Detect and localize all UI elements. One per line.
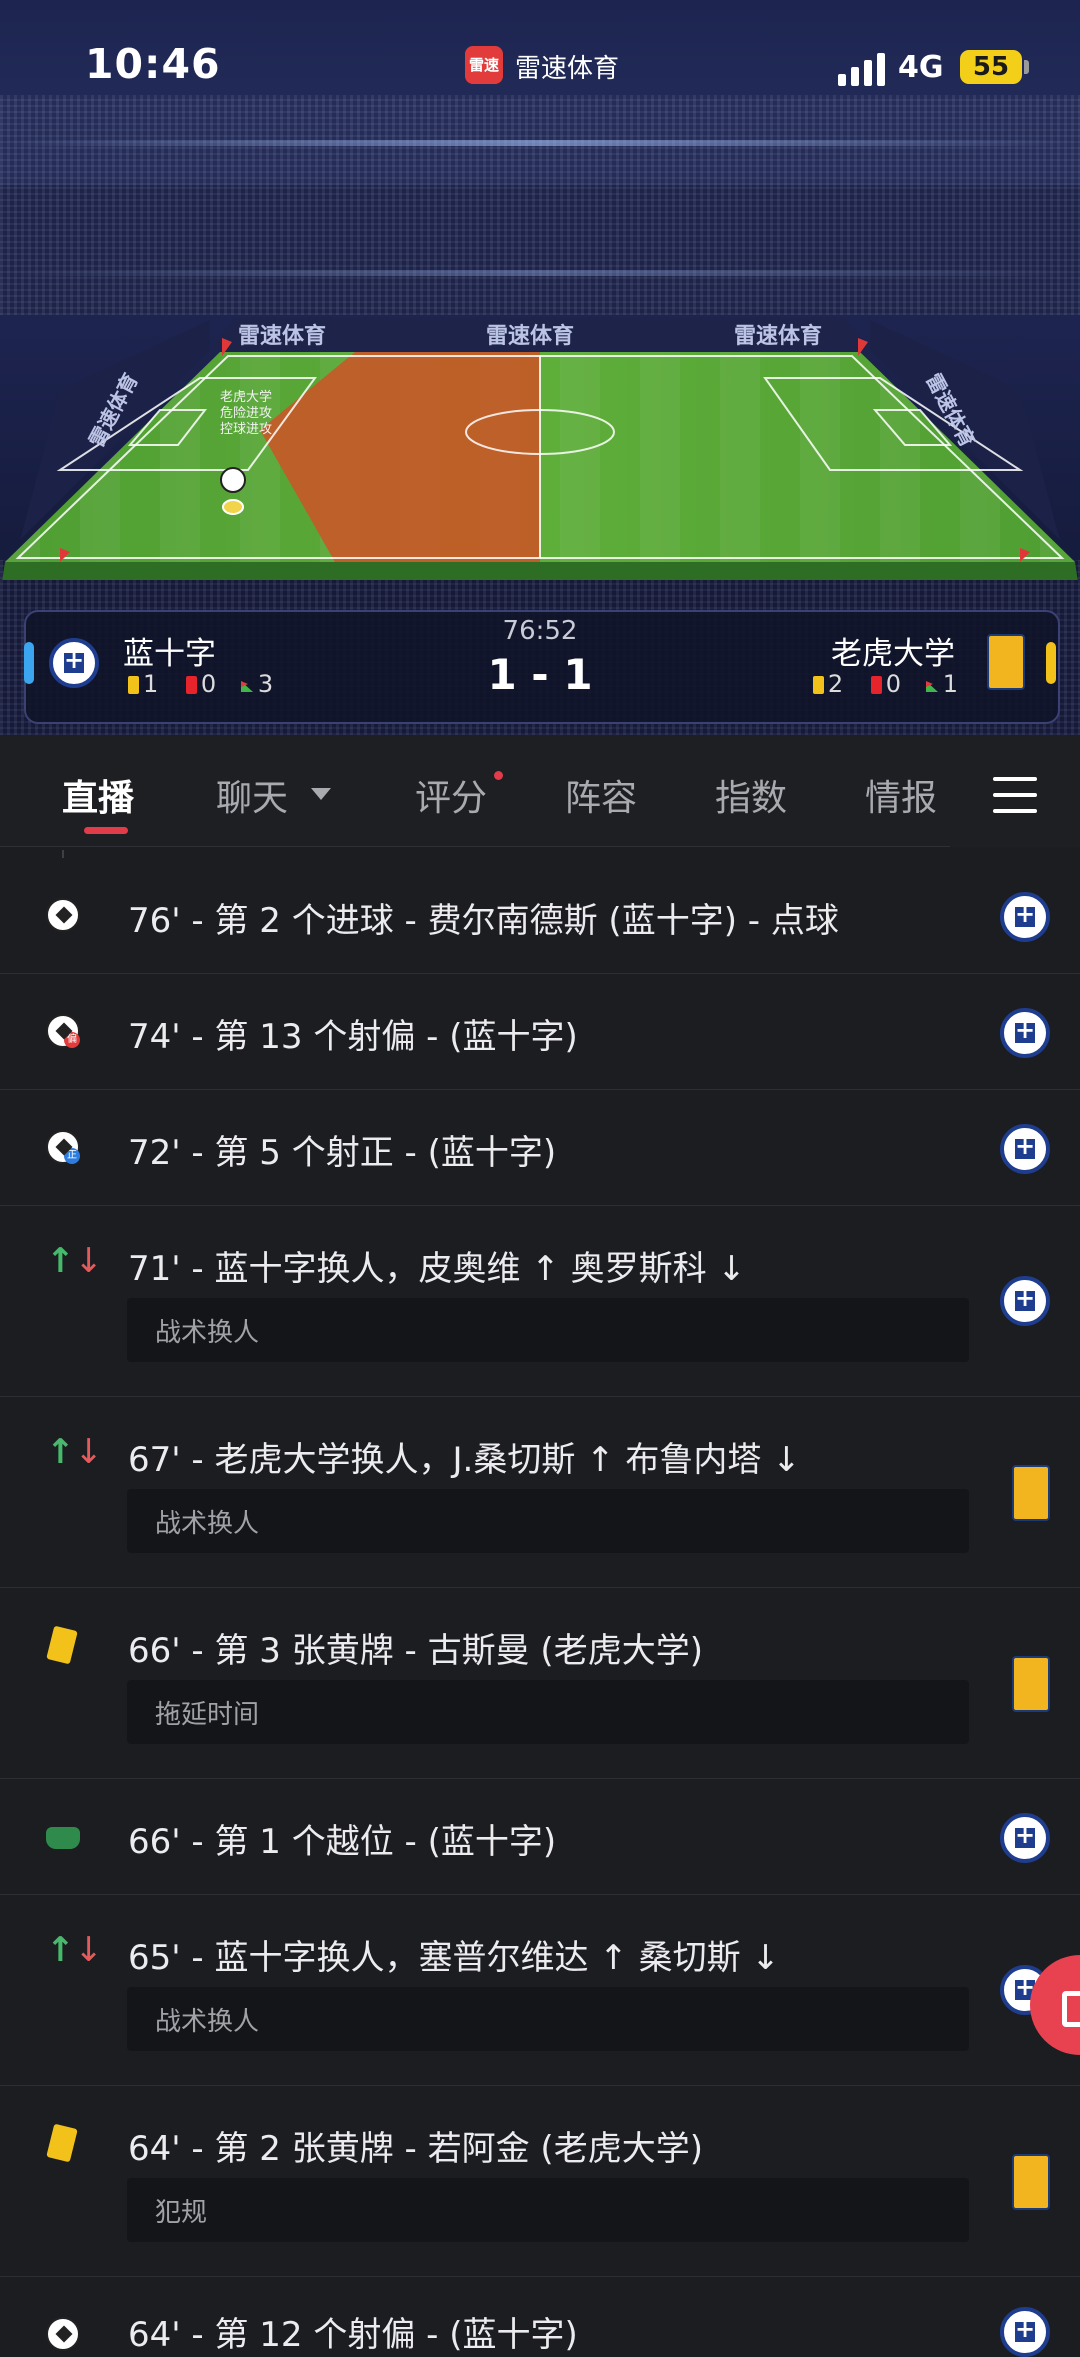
yellow-card-icon xyxy=(46,1625,78,1665)
shot-on-target-icon: 正 xyxy=(46,1130,80,1164)
signal-strength-icon xyxy=(838,52,888,86)
offside-icon xyxy=(46,1827,80,1849)
event-text: 72' - 第 5 个射正 - (蓝十字) xyxy=(128,1133,557,1173)
status-time: 10:46 xyxy=(85,40,221,88)
event-text: 65' - 蓝十字换人，塞普尔维达 ↑ 桑切斯 ↓ xyxy=(128,1938,780,1978)
event-note: 拖延时间 xyxy=(127,1680,969,1744)
tab-lineup[interactable]: 阵容 xyxy=(565,769,637,821)
timeline-event[interactable]: ↑↓ 67' - 老虎大学换人，J.桑切斯 ↑ 布鲁内塔 ↓ 战术换人 xyxy=(0,1397,1080,1588)
chevron-down-icon[interactable] xyxy=(310,787,332,801)
event-text: 67' - 老虎大学换人，J.桑切斯 ↑ 布鲁内塔 ↓ xyxy=(128,1440,801,1480)
menu-icon[interactable] xyxy=(993,777,1037,813)
substitution-icon: ↑↓ xyxy=(46,1241,103,1281)
away-team-logo-icon xyxy=(1012,2154,1050,2210)
tab-odds[interactable]: 指数 xyxy=(715,769,787,821)
timeline-event[interactable]: 正 72' - 第 5 个射正 - (蓝十字) xyxy=(0,1090,1080,1206)
network-type: 4G xyxy=(898,50,944,85)
shot-off-target-icon xyxy=(46,2317,80,2351)
event-text: 76' - 第 2 个进球 - 费尔南德斯 (蓝十字) - 点球 xyxy=(128,901,839,941)
match-animation-panel: 10:46 雷速 雷速体育 4G 55 雷速体育 雷速体育 雷速体育 雷速体育 … xyxy=(0,0,1080,735)
event-text: 71' - 蓝十字换人，皮奥维 ↑ 奥罗斯科 ↓ xyxy=(128,1249,746,1289)
notification-dot xyxy=(494,771,503,780)
yellow-card-icon xyxy=(812,676,824,694)
event-text: 74' - 第 13 个射偏 - (蓝十字) xyxy=(128,1017,578,1057)
yellow-card-icon xyxy=(128,676,139,694)
home-team-logo-icon xyxy=(1000,1124,1050,1174)
battery-icon: 55 xyxy=(960,50,1022,84)
event-text: 64' - 第 2 张黄牌 - 若阿金 (老虎大学) xyxy=(128,2129,703,2169)
substitution-icon: ↑↓ xyxy=(46,1432,103,1472)
stadium-light xyxy=(0,140,1080,146)
match-score: 1 - 1 xyxy=(487,650,593,699)
shot-off-target-icon: 偏 xyxy=(46,1014,80,1048)
tab-active-indicator xyxy=(84,827,128,834)
corner-flag-icon xyxy=(240,681,253,692)
away-team-logo-icon[interactable] xyxy=(987,634,1025,690)
home-team-logo-icon xyxy=(1000,1813,1050,1863)
away-team-name[interactable]: 老虎大学 xyxy=(831,628,955,673)
timeline-event[interactable]: 64' - 第 2 张黄牌 - 若阿金 (老虎大学) 犯规 xyxy=(0,2086,1080,2277)
event-text: 66' - 第 3 张黄牌 - 古斯曼 (老虎大学) xyxy=(128,1631,703,1671)
event-note: 战术换人 xyxy=(127,1987,969,2051)
away-stats: 2 0 1 xyxy=(812,670,958,698)
event-text: 66' - 第 1 个越位 - (蓝十字) xyxy=(128,1822,557,1862)
away-color-indicator xyxy=(1046,642,1056,684)
home-stats: 1 0 3 xyxy=(128,670,273,698)
stadium-light xyxy=(0,270,1080,276)
away-team-logo-icon xyxy=(1012,1465,1050,1521)
ad-board: 雷速体育 xyxy=(486,324,575,349)
home-color-indicator xyxy=(24,642,34,684)
divider xyxy=(0,846,950,847)
possession-label: 老虎大学 危险进攻 控球进攻 xyxy=(220,390,273,437)
home-team-logo-icon xyxy=(1000,1276,1050,1326)
match-clock: 76:52 xyxy=(502,616,578,646)
app-logo-icon: 雷速 xyxy=(465,46,503,84)
ball-marker xyxy=(220,467,246,493)
yellow-card-icon xyxy=(46,2123,78,2163)
event-text: 64' - 第 12 个射偏 - (蓝十字) xyxy=(128,2315,578,2355)
tab-intel[interactable]: 情报 xyxy=(865,769,937,821)
timeline-event[interactable]: 64' - 第 12 个射偏 - (蓝十字) xyxy=(0,2277,1080,2357)
red-card-icon xyxy=(185,676,197,694)
timeline-event[interactable]: ↑↓ 71' - 蓝十字换人，皮奥维 ↑ 奥罗斯科 ↓ 战术换人 xyxy=(0,1206,1080,1397)
timeline-event[interactable]: ↑↓ 65' - 蓝十字换人，塞普尔维达 ↑ 桑切斯 ↓ 战术换人 xyxy=(0,1895,1080,2086)
home-team-name[interactable]: 蓝十字 xyxy=(123,628,216,673)
event-note: 战术换人 xyxy=(127,1298,969,1362)
away-team-logo-icon xyxy=(1012,1656,1050,1712)
ad-board: 雷速体育 xyxy=(734,324,823,349)
tab-chat[interactable]: 聊天 xyxy=(216,769,288,821)
timeline-event[interactable]: 76' - 第 2 个进球 - 费尔南德斯 (蓝十字) - 点球 xyxy=(0,858,1080,974)
timeline-event[interactable]: 66' - 第 1 个越位 - (蓝十字) xyxy=(0,1779,1080,1895)
battery-tip xyxy=(1024,60,1029,74)
tab-rating[interactable]: 评分 xyxy=(415,769,487,821)
home-team-logo-icon xyxy=(1000,2307,1050,2357)
home-team-logo-icon xyxy=(1000,892,1050,942)
substitution-icon: ↑↓ xyxy=(46,1930,103,1970)
ad-board: 雷速体育 xyxy=(238,324,327,349)
event-note: 战术换人 xyxy=(127,1489,969,1553)
home-team-logo-icon xyxy=(1000,1008,1050,1058)
tab-live[interactable]: 直播 xyxy=(62,769,134,821)
home-team-logo-icon[interactable] xyxy=(49,638,99,688)
soccer-ball-icon xyxy=(46,898,80,932)
timeline-event[interactable]: 66' - 第 3 张黄牌 - 古斯曼 (老虎大学) 拖延时间 xyxy=(0,1588,1080,1779)
tab-bar: 直播 聊天 评分 阵容 指数 情报 xyxy=(0,735,1080,847)
stands-middle xyxy=(0,185,1080,315)
timeline-event[interactable]: 偏 74' - 第 13 个射偏 - (蓝十字) xyxy=(0,974,1080,1090)
corner-flag-icon xyxy=(925,681,938,692)
app-name: 雷速体育 xyxy=(515,54,620,84)
event-note: 犯规 xyxy=(127,2178,969,2242)
red-card-icon xyxy=(870,676,882,694)
